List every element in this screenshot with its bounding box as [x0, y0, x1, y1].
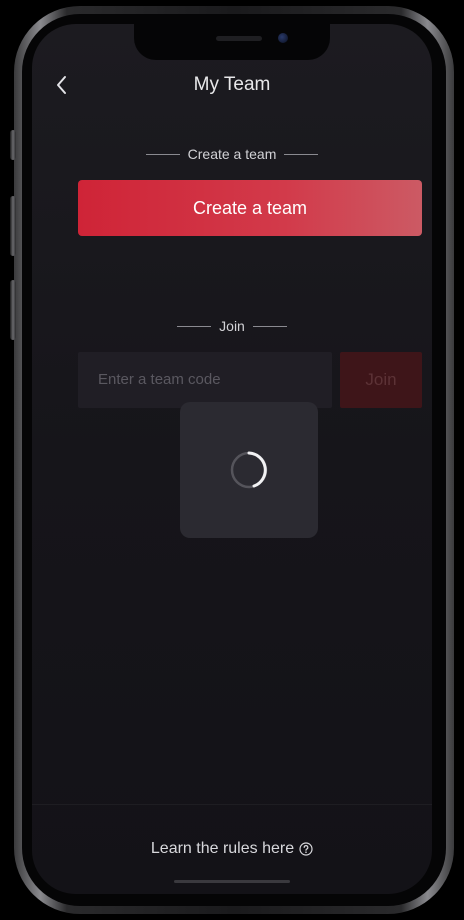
question-circle-icon [299, 842, 313, 856]
footer-divider [32, 804, 432, 805]
chevron-left-icon[interactable] [50, 72, 76, 98]
page-title: My Team [193, 74, 271, 95]
join-section-header: Join [32, 318, 432, 334]
notch [134, 24, 330, 60]
join-button[interactable]: Join [340, 352, 422, 408]
rules-text: Learn the rules here [150, 840, 295, 857]
divider-line [145, 153, 180, 155]
spinner-icon [228, 449, 270, 491]
divider-line [252, 325, 287, 327]
app-screen: My Team Create a team Create a team Join… [32, 24, 432, 894]
join-section-label: Join [219, 318, 245, 334]
front-camera [278, 33, 288, 43]
volume-down-button [10, 280, 16, 340]
learn-rules-link[interactable]: Learn the rules here [32, 840, 432, 858]
speaker-grille [216, 36, 262, 41]
nav-bar: My Team [32, 68, 432, 104]
loading-overlay [180, 402, 318, 538]
volume-up-button [10, 196, 16, 256]
divider-line [284, 153, 319, 155]
create-team-button[interactable]: Create a team [78, 180, 422, 236]
divider-line [177, 325, 212, 327]
team-code-input[interactable]: Enter a team code [78, 352, 332, 408]
home-indicator [174, 880, 290, 883]
create-section-label: Create a team [187, 146, 277, 162]
create-section-header: Create a team [32, 146, 432, 162]
mute-switch [10, 130, 16, 160]
